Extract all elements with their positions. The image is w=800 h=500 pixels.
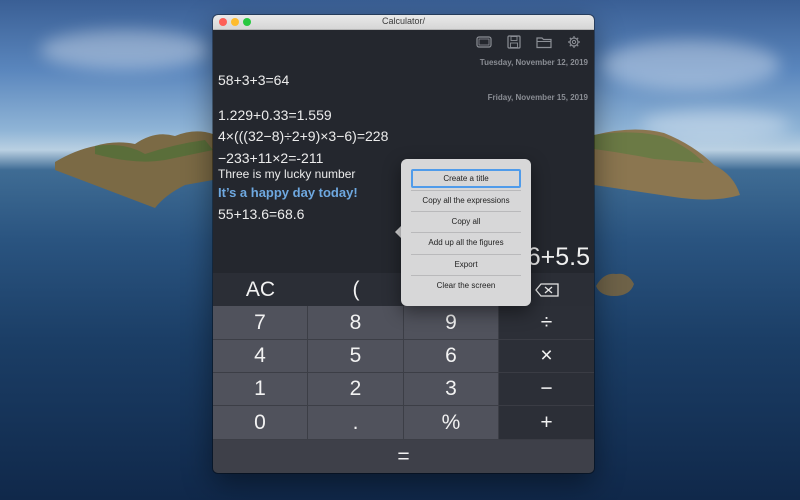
island-right: [594, 129, 740, 200]
screen-icon[interactable]: [476, 35, 492, 49]
menu-item-create-title[interactable]: Create a title: [411, 169, 521, 188]
history-date: Tuesday, November 12, 2019: [479, 58, 588, 67]
history-expression[interactable]: −233+11×2=-211: [218, 150, 323, 166]
cloud: [600, 40, 780, 90]
multiply-button[interactable]: ×: [499, 340, 594, 373]
digit-8-button[interactable]: 8: [308, 306, 404, 340]
menu-item-add-up-figures[interactable]: Add up all the figures: [411, 233, 521, 252]
clear-button[interactable]: AC: [213, 273, 308, 306]
backspace-icon: [534, 282, 559, 297]
menu-item-copy-expressions[interactable]: Copy all the expressions: [411, 191, 521, 210]
menu-item-export[interactable]: Export: [411, 255, 521, 274]
window-title: Calculator/: [381, 16, 426, 26]
context-menu: Create a title Copy all the expressions …: [401, 159, 531, 306]
folder-icon[interactable]: [536, 35, 552, 49]
title-bar[interactable]: Calculator/: [213, 15, 594, 30]
history-expression[interactable]: 1.229+0.33=1.559: [218, 107, 332, 123]
rock-small: [596, 273, 634, 296]
percent-button[interactable]: %: [404, 406, 499, 440]
island-left: [55, 131, 213, 208]
digit-4-button[interactable]: 4: [213, 340, 308, 373]
settings-gear-icon[interactable]: [566, 35, 582, 49]
digit-7-button[interactable]: 7: [213, 306, 308, 340]
digit-0-button[interactable]: 0: [213, 406, 308, 440]
digit-3-button[interactable]: 3: [404, 373, 499, 406]
digit-2-button[interactable]: 2: [308, 373, 404, 406]
history-expression[interactable]: 55+13.6=68.6: [218, 206, 304, 222]
decimal-point-button[interactable]: .: [308, 406, 404, 440]
digit-5-button[interactable]: 5: [308, 340, 404, 373]
current-input-display: 6+5.5: [526, 243, 590, 271]
digit-6-button[interactable]: 6: [404, 340, 499, 373]
open-paren-button[interactable]: (: [308, 273, 404, 306]
divide-button[interactable]: ÷: [499, 306, 594, 340]
save-icon[interactable]: [506, 35, 522, 49]
equals-button[interactable]: =: [213, 440, 594, 473]
subtract-button[interactable]: −: [499, 373, 594, 406]
history-note[interactable]: Three is my lucky number: [218, 167, 355, 181]
history-title[interactable]: It’s a happy day today!: [218, 185, 358, 200]
digit-9-button[interactable]: 9: [404, 306, 499, 340]
add-button[interactable]: +: [499, 406, 594, 440]
history-expression[interactable]: 4×(((32−8)÷2+9)×3−6)=228: [218, 128, 388, 144]
cloud: [40, 30, 210, 70]
history-expression[interactable]: 58+3+3=64: [218, 72, 289, 88]
menu-item-clear-screen[interactable]: Clear the screen: [411, 276, 521, 295]
digit-1-button[interactable]: 1: [213, 373, 308, 406]
menu-item-copy-all[interactable]: Copy all: [411, 212, 521, 231]
history-date: Friday, November 15, 2019: [487, 93, 588, 102]
